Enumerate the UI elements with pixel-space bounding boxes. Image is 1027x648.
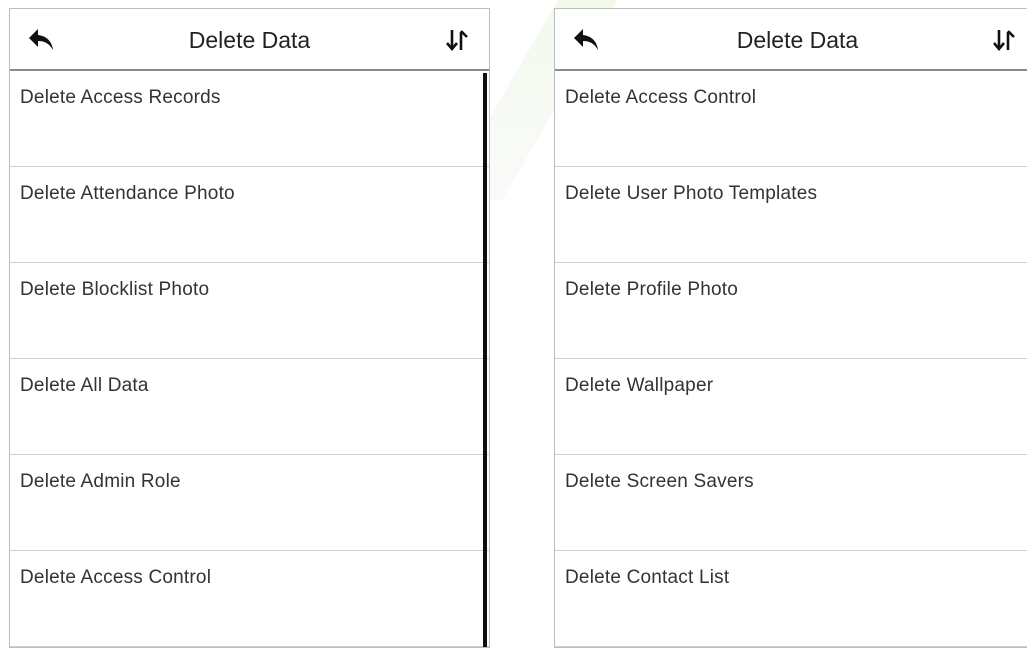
menu-item-delete-access-records[interactable]: Delete Access Records (10, 71, 489, 167)
sort-button[interactable] (986, 23, 1022, 57)
menu-item-delete-blocklist-photo[interactable]: Delete Blocklist Photo (10, 263, 489, 359)
menu-item-label: Delete Blocklist Photo (20, 279, 210, 300)
page-title: Delete Data (188, 27, 311, 53)
menu-item-label: Delete Screen Savers (565, 471, 754, 492)
menu-item-label: Delete Access Records (20, 87, 221, 108)
menu-item-delete-access-control[interactable]: Delete Access Control (10, 551, 489, 647)
sort-button[interactable] (439, 23, 475, 57)
sort-arrows-icon (446, 30, 468, 52)
menu-item-label: Delete Access Control (565, 87, 757, 108)
menu-item-label: Delete Admin Role (20, 471, 181, 492)
header: Delete Data (555, 9, 1027, 71)
scrollbar[interactable] (483, 73, 487, 647)
menu-item-delete-access-control[interactable]: Delete Access Control (555, 71, 1027, 167)
menu-item-delete-admin-role[interactable]: Delete Admin Role (10, 455, 489, 551)
menu-item-label: Delete Attendance Photo (20, 183, 235, 204)
menu-item-delete-all-data[interactable]: Delete All Data (10, 359, 489, 455)
scrollbar-thumb[interactable] (483, 73, 487, 647)
menu-item-label: Delete Access Control (20, 567, 212, 588)
menu-item-delete-contact-list[interactable]: Delete Contact List (555, 551, 1027, 647)
menu-item-label: Delete Profile Photo (565, 279, 738, 300)
sort-arrows-icon (993, 30, 1015, 52)
menu-item-delete-attendance-photo[interactable]: Delete Attendance Photo (10, 167, 489, 263)
page-title: Delete Data (736, 27, 859, 53)
delete-data-panel-right: Delete Data Delete Access Control Delete… (554, 8, 1027, 648)
menu-item-delete-profile-photo[interactable]: Delete Profile Photo (555, 263, 1027, 359)
menu-item-delete-screen-savers[interactable]: Delete Screen Savers (555, 455, 1027, 551)
delete-data-panel-left: Delete Data Delete Access Records Delete… (9, 8, 490, 648)
menu-item-label: Delete All Data (20, 375, 149, 396)
menu-item-delete-user-photo-templates[interactable]: Delete User Photo Templates (555, 167, 1027, 263)
menu-item-delete-wallpaper[interactable]: Delete Wallpaper (555, 359, 1027, 455)
menu-item-label: Delete User Photo Templates (565, 183, 818, 204)
menu-item-label: Delete Contact List (565, 567, 730, 588)
header: Delete Data (10, 9, 489, 71)
menu-list: Delete Access Control Delete User Photo … (555, 71, 1027, 647)
menu-item-label: Delete Wallpaper (565, 375, 714, 396)
menu-list: Delete Access Records Delete Attendance … (10, 71, 489, 647)
